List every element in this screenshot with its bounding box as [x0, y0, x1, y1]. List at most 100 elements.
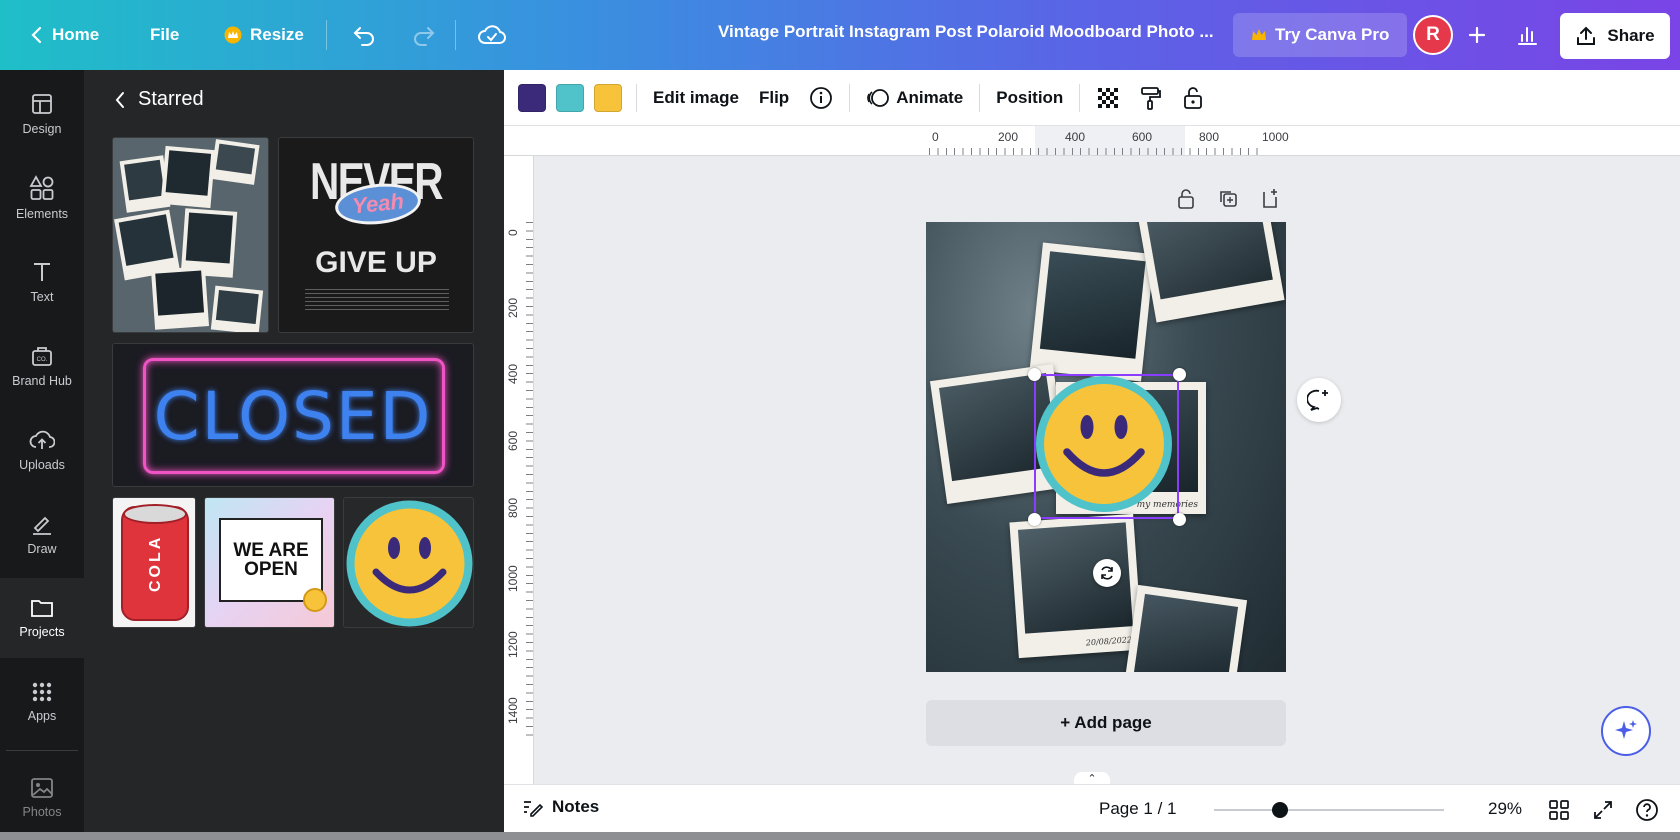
- fullscreen-button[interactable]: [1590, 797, 1616, 823]
- template-thumbnail-polaroid[interactable]: [112, 137, 269, 333]
- share-upload-icon: [1577, 26, 1596, 45]
- sticker-thumbnail-smiley[interactable]: [343, 497, 474, 628]
- lock-button[interactable]: [1172, 78, 1214, 118]
- neon-text-closed: CLOSED: [153, 378, 433, 455]
- rail-label: Brand Hub: [12, 374, 72, 388]
- rail-label: Elements: [15, 207, 69, 221]
- rail-item-design[interactable]: Design: [0, 74, 84, 154]
- ruler-label: 600: [1132, 130, 1153, 144]
- try-canva-pro-button[interactable]: Try Canva Pro: [1233, 13, 1408, 57]
- expand-icon: [1594, 801, 1612, 819]
- rail-item-apps[interactable]: Apps: [0, 662, 84, 742]
- panel-title: Starred: [138, 88, 204, 110]
- insights-button[interactable]: [1512, 20, 1542, 50]
- avatar[interactable]: R: [1413, 15, 1453, 55]
- pen-icon: [33, 516, 51, 535]
- horizontal-ruler: 0 200 400 600 800 1000: [504, 126, 1680, 156]
- help-button[interactable]: [1634, 797, 1660, 823]
- smiley-face-icon: [346, 500, 473, 627]
- text-t-icon: [34, 263, 50, 281]
- folder-icon: [31, 600, 53, 617]
- info-button[interactable]: [799, 78, 843, 118]
- zoom-value[interactable]: 29%: [1488, 799, 1522, 819]
- color-swatch-purple[interactable]: [518, 83, 546, 112]
- duplicate-icon: [1220, 191, 1237, 207]
- redo-icon: [414, 27, 435, 46]
- panel-header[interactable]: Starred: [114, 88, 204, 111]
- grid-view-button[interactable]: [1546, 797, 1572, 823]
- rail-item-photos[interactable]: Photos: [0, 758, 84, 838]
- unlock-icon: [1184, 86, 1203, 109]
- add-page-button[interactable]: + Add page: [926, 700, 1286, 746]
- rotate-handle[interactable]: [1093, 559, 1121, 587]
- comment-plus-icon: [1307, 389, 1328, 411]
- document-title[interactable]: Vintage Portrait Instagram Post Polaroid…: [718, 22, 1214, 42]
- add-page-icon-button[interactable]: [1260, 188, 1280, 215]
- position-label: Position: [996, 87, 1064, 107]
- rail-item-projects[interactable]: Projects: [0, 578, 84, 658]
- briefcase-icon: CO.: [32, 347, 52, 366]
- starred-panel: Starred NEVER Yeah GIVE UP CLOSED COLA W…: [84, 70, 504, 840]
- file-menu-button[interactable]: File: [138, 13, 191, 57]
- ruler-label: 200: [998, 130, 1019, 144]
- lock-page-button[interactable]: [1176, 188, 1196, 215]
- top-bar: Home File Resize Vintage Portrait Instag…: [0, 0, 1680, 70]
- color-swatch-teal[interactable]: [556, 83, 584, 112]
- undo-icon: [353, 27, 374, 46]
- template-thumbnail-never-give-up[interactable]: NEVER Yeah GIVE UP: [278, 137, 474, 333]
- add-comment-button[interactable]: [1297, 378, 1341, 422]
- sticker-thumbnail-cola[interactable]: COLA: [112, 497, 196, 628]
- os-bottom-strip: [0, 832, 1680, 840]
- page-indicator[interactable]: Page 1 / 1: [1099, 799, 1177, 819]
- color-swatch-yellow[interactable]: [594, 83, 622, 112]
- add-page-label: + Add page: [1060, 713, 1152, 732]
- cloud-check-icon: [478, 25, 506, 44]
- rail-label: Draw: [27, 542, 57, 556]
- share-button[interactable]: Share: [1560, 13, 1670, 59]
- rail-label: Uploads: [19, 458, 65, 472]
- layout-icon: [32, 94, 52, 114]
- sparkle-icon: [1615, 720, 1637, 739]
- notes-button[interactable]: Notes: [522, 797, 599, 817]
- cloud-save-button[interactable]: [466, 13, 518, 57]
- rail-item-draw[interactable]: Draw: [0, 494, 84, 574]
- copy-style-button[interactable]: [1130, 78, 1172, 118]
- position-button[interactable]: Position: [986, 78, 1073, 118]
- shapes-icon: [29, 175, 54, 200]
- resize-handle[interactable]: [1173, 513, 1186, 526]
- flip-button[interactable]: Flip: [749, 78, 799, 118]
- ruler-label: 0: [506, 229, 520, 236]
- rail-item-uploads[interactable]: Uploads: [0, 410, 84, 490]
- edit-image-button[interactable]: Edit image: [643, 78, 749, 118]
- sticker-thumbnail-we-are-open[interactable]: WE ARE OPEN: [204, 497, 335, 628]
- duplicate-page-button[interactable]: [1218, 188, 1238, 215]
- divider: [1079, 83, 1081, 112]
- selection-box[interactable]: [1034, 374, 1179, 519]
- zoom-slider-knob[interactable]: [1272, 802, 1288, 818]
- rail-label: Design: [22, 122, 62, 136]
- add-collaborator-button[interactable]: [1462, 20, 1492, 50]
- ruler-label: 800: [1199, 130, 1220, 144]
- resize-handle[interactable]: [1028, 368, 1041, 381]
- ruler-label: 1400: [506, 697, 520, 724]
- resize-button[interactable]: Resize: [212, 13, 316, 57]
- resize-handle[interactable]: [1028, 513, 1041, 526]
- polaroid-photo: [210, 285, 264, 332]
- flip-label: Flip: [758, 87, 790, 107]
- design-page[interactable]: my memories 20/08/2022: [926, 222, 1286, 672]
- animate-button[interactable]: Animate: [856, 78, 973, 118]
- resize-handle[interactable]: [1173, 368, 1186, 381]
- zoom-slider-track[interactable]: [1214, 809, 1444, 811]
- template-thumbnail-closed-neon[interactable]: CLOSED: [112, 343, 474, 487]
- bottom-bar: Notes Page 1 / 1 29%: [504, 784, 1680, 832]
- magic-assistant-button[interactable]: [1601, 706, 1651, 756]
- redo-button[interactable]: [400, 13, 448, 57]
- divider: [849, 83, 851, 112]
- undo-button[interactable]: [340, 13, 388, 57]
- home-button[interactable]: Home: [18, 13, 111, 57]
- rail-item-elements[interactable]: Elements: [0, 158, 84, 238]
- transparency-button[interactable]: [1086, 78, 1130, 118]
- rail-item-text[interactable]: Text: [0, 242, 84, 322]
- left-rail: Design Elements Text CO. Brand Hub Uploa…: [0, 70, 84, 840]
- rail-item-brand-hub[interactable]: CO. Brand Hub: [0, 326, 84, 406]
